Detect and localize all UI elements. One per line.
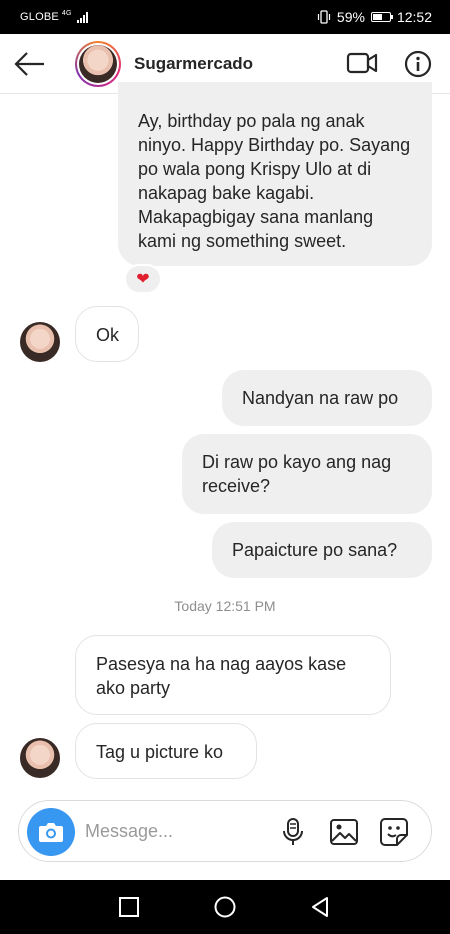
contact-avatar[interactable] xyxy=(75,41,121,87)
network-label: 4G xyxy=(61,9,72,17)
message-bubble-incoming[interactable]: Ok xyxy=(75,306,139,362)
vibrate-icon xyxy=(317,10,331,24)
sticker-icon[interactable] xyxy=(378,816,410,848)
heart-reaction-icon[interactable]: ❤ xyxy=(124,264,162,294)
carrier-label: GLOBE xyxy=(20,11,59,23)
message-timestamp: Today 12:51 PM xyxy=(174,598,276,614)
status-bar: GLOBE 4G 59% 12:52 xyxy=(0,0,450,34)
gallery-icon[interactable] xyxy=(328,816,360,848)
video-call-icon[interactable] xyxy=(346,50,378,76)
message-text: Tag u picture ko xyxy=(96,742,224,762)
message-composer: Message... xyxy=(18,800,432,862)
camera-icon xyxy=(39,823,63,842)
message-bubble-outgoing[interactable]: Nandyan na raw po xyxy=(222,370,432,426)
signal-icon xyxy=(76,11,88,23)
message-bubble-incoming[interactable]: Tag u picture ko xyxy=(75,723,257,779)
sender-avatar[interactable] xyxy=(20,738,60,778)
message-text: Nandyan na raw po xyxy=(242,388,399,408)
avatar-image xyxy=(79,45,117,83)
battery-icon xyxy=(370,12,393,22)
back-icon[interactable] xyxy=(308,895,332,919)
message-text: Ok xyxy=(96,325,120,345)
contact-name[interactable]: Sugarmercado xyxy=(134,54,253,74)
message-text: Papaicture po sana? xyxy=(232,540,398,560)
system-navigation-bar xyxy=(0,880,450,934)
clock: 12:52 xyxy=(396,9,432,25)
back-arrow-icon[interactable] xyxy=(12,48,48,80)
recents-icon[interactable] xyxy=(117,895,141,919)
battery-percent: 59% xyxy=(336,9,365,25)
home-icon[interactable] xyxy=(213,895,237,919)
message-bubble-incoming[interactable]: Pasesya na ha nag aayos kase ako party xyxy=(75,635,391,715)
message-text: Ay, birthday po pala ng anak ninyo. Happ… xyxy=(138,111,411,251)
message-text: Di raw po kayo ang nag receive? xyxy=(202,452,392,496)
info-icon[interactable] xyxy=(404,50,432,78)
sender-avatar[interactable] xyxy=(20,322,60,362)
microphone-icon[interactable] xyxy=(277,816,309,848)
message-bubble-outgoing[interactable]: Di raw po kayo ang nag receive? xyxy=(182,434,432,514)
message-bubble-outgoing[interactable]: Ay, birthday po pala ng anak ninyo. Happ… xyxy=(118,82,432,266)
camera-button[interactable] xyxy=(27,808,75,856)
message-bubble-outgoing[interactable]: Papaicture po sana? xyxy=(212,522,432,578)
message-text: Pasesya na ha nag aayos kase ako party xyxy=(96,654,347,698)
message-input[interactable]: Message... xyxy=(85,821,173,842)
